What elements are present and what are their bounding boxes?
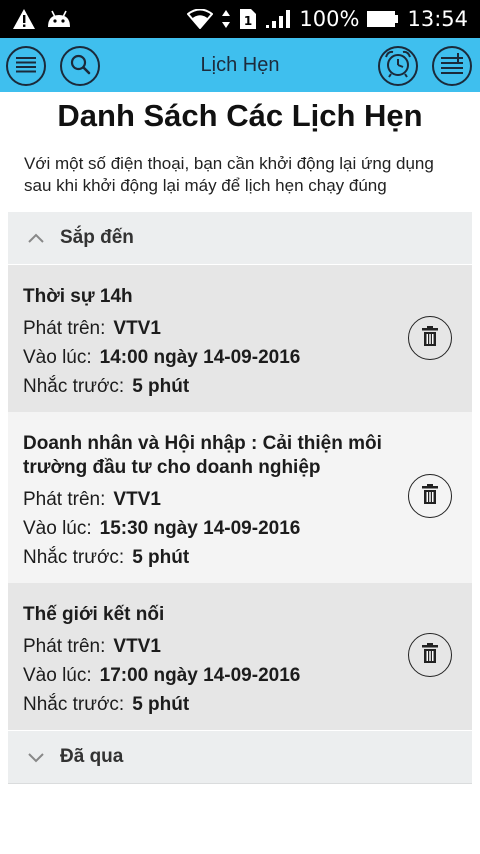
appointment-time-row: Vào lúc: 15:30 ngày 14-09-2016	[23, 514, 456, 543]
channel-label: Phát trên:	[23, 636, 106, 657]
appointment-channel-row: Phát trên: VTV1	[23, 314, 456, 343]
battery-percent: 100%	[299, 7, 360, 31]
appointment-title: Thế giới kết nối	[23, 604, 165, 625]
delete-button[interactable]	[408, 633, 452, 677]
section-past-label: Đã qua	[60, 746, 124, 767]
menu-button[interactable]	[6, 46, 46, 86]
appointment-remind: 5 phút	[132, 694, 190, 715]
sim-icon: 1	[239, 8, 257, 30]
trash-icon	[420, 483, 440, 510]
section-past-header[interactable]: Đã qua	[8, 731, 472, 783]
appointment-time-row: Vào lúc: 17:00 ngày 14-09-2016	[23, 661, 456, 690]
trash-icon	[420, 642, 440, 669]
remind-label: Nhắc trước:	[23, 547, 125, 568]
add-list-icon	[440, 52, 464, 80]
svg-text:1: 1	[244, 14, 252, 28]
section-upcoming-label: Sắp đến	[60, 227, 134, 248]
divider	[8, 783, 472, 784]
remind-label: Nhắc trước:	[23, 376, 125, 397]
alarm-button[interactable]	[378, 46, 418, 86]
appointment-item[interactable]: Thời sự 14h Phát trên: VTV1 Vào lúc: 14:00…	[8, 265, 472, 412]
menu-icon	[15, 55, 37, 78]
clock: 13:54	[407, 7, 468, 31]
appointment-remind: 5 phút	[132, 547, 190, 568]
appointment-channel: VTV1	[113, 636, 161, 657]
appointment-remind: 5 phút	[132, 376, 190, 397]
appointment-channel-row: Phát trên: VTV1	[23, 632, 456, 661]
appointment-title: Doanh nhân và Hội nhập : Cải thiện môi t…	[23, 433, 382, 478]
appointment-channel-row: Phát trên: VTV1	[23, 485, 456, 514]
search-button[interactable]	[60, 46, 100, 86]
delete-button[interactable]	[408, 474, 452, 518]
time-label: Vào lúc:	[23, 665, 92, 686]
data-arrows-icon	[221, 9, 231, 29]
android-icon	[46, 9, 72, 29]
channel-label: Phát trên:	[23, 489, 106, 510]
appointment-remind-row: Nhắc trước: 5 phút	[23, 690, 456, 719]
app-bar: Lịch Hẹn	[0, 38, 480, 92]
appointment-remind-row: Nhắc trước: 5 phút	[23, 543, 456, 572]
appointment-channel: VTV1	[113, 489, 161, 510]
appointment-channel: VTV1	[113, 318, 161, 339]
time-label: Vào lúc:	[23, 518, 92, 539]
alarm-clock-icon	[383, 49, 413, 84]
appointment-time: 14:00 ngày 14-09-2016	[99, 347, 301, 368]
warning-icon	[12, 8, 36, 30]
appointment-time: 15:30 ngày 14-09-2016	[99, 518, 301, 539]
appointment-item[interactable]: Thế giới kết nối Phát trên: VTV1 Vào lúc:…	[8, 583, 472, 730]
battery-icon	[367, 10, 399, 28]
restart-notice: Với một số điện thoại, bạn cần khởi động…	[24, 154, 434, 195]
chevron-up-icon	[26, 228, 46, 248]
delete-button[interactable]	[408, 316, 452, 360]
appointment-title: Thời sự 14h	[23, 286, 133, 307]
appointment-time: 17:00 ngày 14-09-2016	[99, 665, 301, 686]
appointment-remind-row: Nhắc trước: 5 phút	[23, 372, 456, 401]
page-title: Danh Sách Các Lịch Hẹn	[57, 98, 423, 133]
trash-icon	[420, 325, 440, 352]
wifi-icon	[187, 9, 214, 29]
section-upcoming-header[interactable]: Sắp đến	[8, 212, 472, 264]
search-icon	[69, 53, 91, 80]
remind-label: Nhắc trước:	[23, 694, 125, 715]
appointment-time-row: Vào lúc: 14:00 ngày 14-09-2016	[23, 343, 456, 372]
status-bar: 1 100% 13:54	[0, 0, 480, 38]
appointment-item[interactable]: Doanh nhân và Hội nhập : Cải thiện môi t…	[8, 412, 472, 583]
signal-icon	[265, 9, 291, 29]
chevron-down-icon	[26, 747, 46, 767]
time-label: Vào lúc:	[23, 347, 92, 368]
add-appointment-button[interactable]	[432, 46, 472, 86]
channel-label: Phát trên:	[23, 318, 106, 339]
